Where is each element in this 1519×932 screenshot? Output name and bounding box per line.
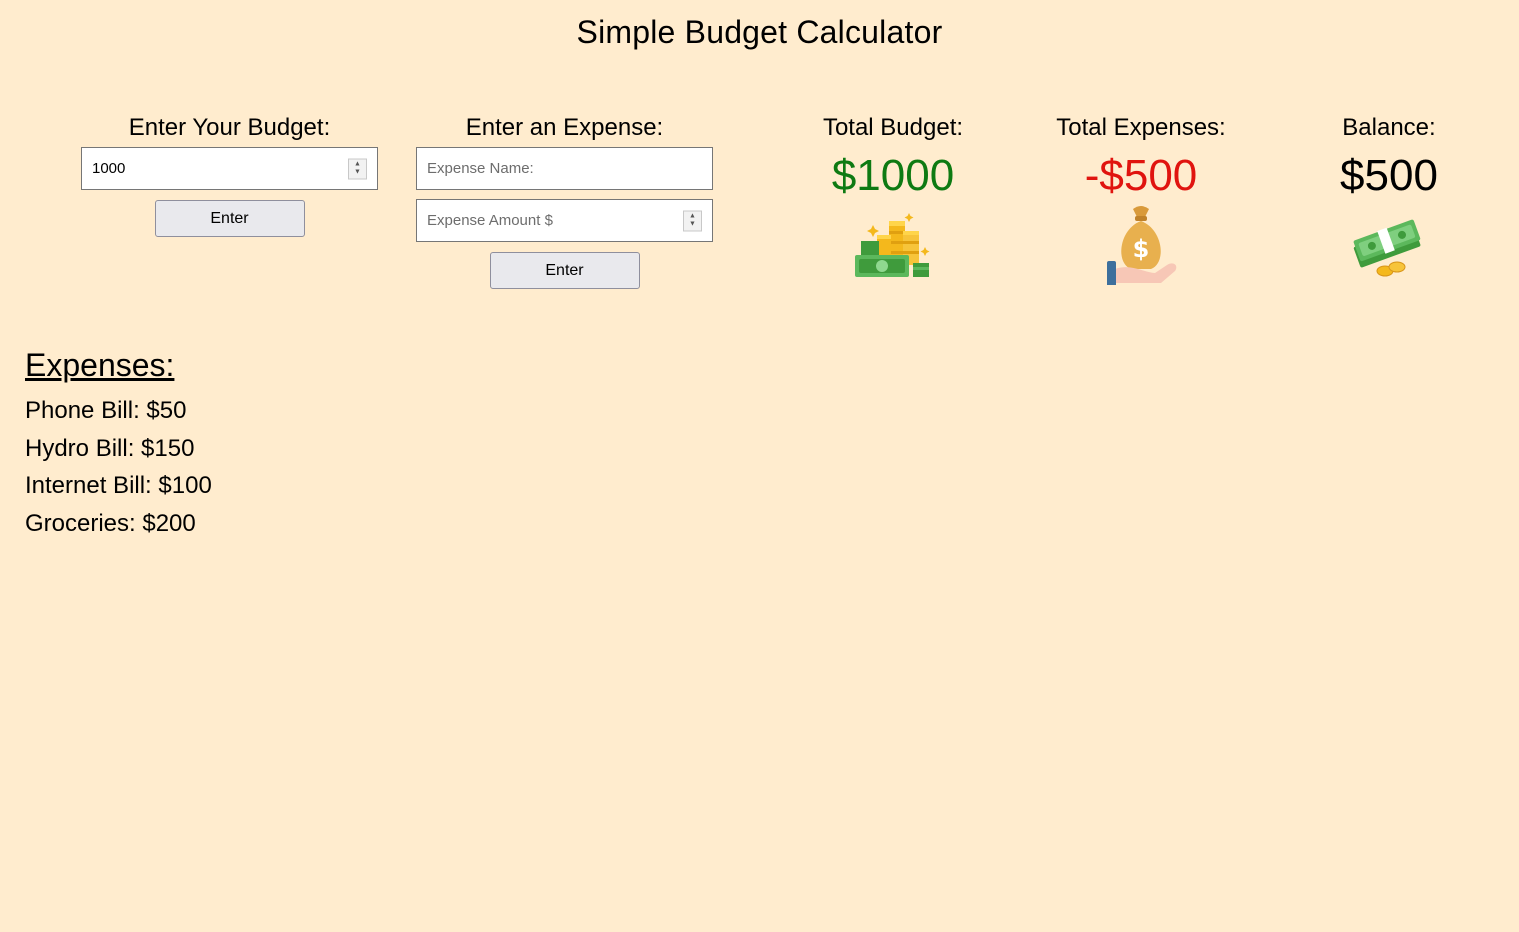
page-title: Simple Budget Calculator <box>576 14 943 50</box>
spinner-down-icon[interactable]: ▼ <box>689 221 696 229</box>
total-expenses-value: -$500 <box>1084 151 1198 200</box>
expense-enter-button[interactable]: Enter <box>489 252 640 289</box>
expense-name-input[interactable]: Expense Name: <box>416 147 713 190</box>
expense-amount-placeholder: Expense Amount $ <box>427 212 553 229</box>
spinner-down-icon[interactable]: ▼ <box>354 169 361 177</box>
svg-text:$: $ <box>1133 235 1150 263</box>
cash-stack-icon <box>1353 219 1421 277</box>
expenses-section: Expenses: Phone Bill: $50 Hydro Bill: $1… <box>25 346 212 542</box>
expense-form: Enter an Expense: Expense Name: Expense … <box>416 113 713 289</box>
list-item: Phone Bill: $50 <box>25 397 187 424</box>
budget-spinner[interactable]: ▲ ▼ <box>348 158 367 179</box>
expenses-title: Expenses: <box>25 347 175 383</box>
total-expenses-panel: Total Expenses: -$500 $ <box>1031 113 1251 285</box>
total-budget-value: $1000 <box>831 151 955 200</box>
budget-input[interactable]: 1000 ▲ ▼ <box>81 147 378 190</box>
balance-panel: Balance: $500 <box>1279 113 1499 281</box>
list-item: Internet Bill: $100 <box>25 472 212 499</box>
total-budget-label: Total Budget: <box>822 114 964 141</box>
total-budget-panel: Total Budget: $1000 <box>783 113 1003 281</box>
money-coins-icon <box>855 213 930 277</box>
spinner-up-icon[interactable]: ▲ <box>689 213 696 221</box>
budget-label: Enter Your Budget: <box>128 114 331 141</box>
expense-amount-input[interactable]: Expense Amount $ ▲ ▼ <box>416 199 713 242</box>
balance-label: Balance: <box>1342 114 1436 141</box>
balance-value: $500 <box>1340 151 1438 200</box>
money-bag-hand-icon: $ <box>1107 206 1177 285</box>
budget-input-value: 1000 <box>92 160 126 177</box>
list-item: Hydro Bill: $150 <box>25 434 195 462</box>
budget-enter-button[interactable]: Enter <box>154 200 305 237</box>
spinner-up-icon[interactable]: ▲ <box>354 161 361 169</box>
budget-form: Enter Your Budget: 1000 ▲ ▼ Enter <box>81 113 378 237</box>
expense-list: Phone Bill: $50 Hydro Bill: $150 Interne… <box>25 392 212 542</box>
list-item: Groceries: $200 <box>25 509 196 537</box>
expense-label: Enter an Expense: <box>465 114 664 141</box>
total-expenses-label: Total Expenses: <box>1056 114 1226 141</box>
expense-name-placeholder: Expense Name: <box>427 160 534 177</box>
expense-amount-spinner[interactable]: ▲ ▼ <box>683 210 702 231</box>
